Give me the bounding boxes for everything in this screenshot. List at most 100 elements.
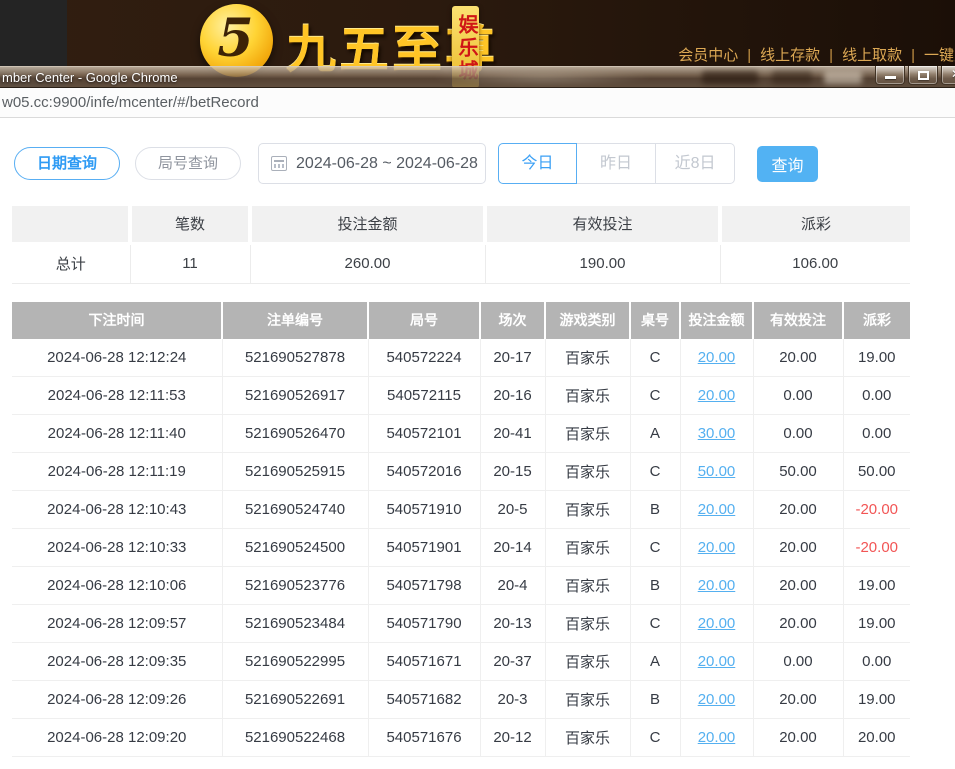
cell-bet-no: 521690525915 [222,453,368,491]
bet-amount-link[interactable]: 20.00 [698,387,736,404]
cell-table-no: B [630,681,680,719]
calendar-icon [271,156,287,171]
summary-header-row: 笔数投注金额有效投注派彩 [12,206,910,243]
cell-bet-amount: 20.00 [680,605,753,643]
cell-session: 20-12 [480,719,545,757]
cell-game-type: 百家乐 [545,453,630,491]
cell-table-no: C [630,529,680,567]
cell-payout: 0.00 [843,377,910,415]
cell-valid-bet: 20.00 [753,567,843,605]
minimize-icon [885,76,896,79]
cell-bet-no: 521690523776 [222,567,368,605]
table-row: 2024-06-28 12:11:19521690525915540572016… [12,453,910,491]
cell-round-no: 540571790 [368,605,480,643]
cell-game-type: 百家乐 [545,491,630,529]
table-row: 2024-06-28 12:09:26521690522691540571682… [12,681,910,719]
cell-bet-amount: 20.00 [680,529,753,567]
bet-amount-link[interactable]: 20.00 [698,729,736,746]
summary-header-cell: 笔数 [130,206,250,243]
redacted-blob [702,71,758,84]
cell-round-no: 540572101 [368,415,480,453]
bet-amount-link[interactable]: 20.00 [698,539,736,556]
table-row: 2024-06-28 12:10:33521690524500540571901… [12,529,910,567]
cell-bet-time: 2024-06-28 12:09:26 [12,681,222,719]
minimize-button[interactable] [875,66,905,85]
cell-game-type: 百家乐 [545,681,630,719]
bet-amount-link[interactable]: 20.00 [698,577,736,594]
cell-session: 20-17 [480,339,545,377]
cell-payout: 50.00 [843,453,910,491]
bet-amount-link[interactable]: 30.00 [698,425,736,442]
bet-amount-link[interactable]: 20.00 [698,615,736,632]
cell-payout: 19.00 [843,605,910,643]
cell-bet-no: 521690527878 [222,339,368,377]
cell-round-no: 540571910 [368,491,480,529]
date-range-picker[interactable]: 2024-06-28 ~ 2024-06-28 [258,143,486,184]
maximize-icon [918,71,929,80]
date-query-tab[interactable]: 日期查询 [14,147,120,180]
cell-bet-amount: 20.00 [680,719,753,757]
records-header-valid-bet: 有效投注 [753,302,843,339]
nav-separator: | [829,47,833,64]
address-bar[interactable]: w05.cc:9900/infe/mcenter/#/betRecord [0,88,955,118]
cell-session: 20-15 [480,453,545,491]
cell-valid-bet: 20.00 [753,719,843,757]
cell-payout: 0.00 [843,643,910,681]
bet-records-table: 下注时间注单编号局号场次游戏类别桌号投注金额有效投注派彩 2024-06-28 … [12,302,910,758]
bet-amount-link[interactable]: 20.00 [698,691,736,708]
nav-link[interactable]: 线上存款 [760,47,820,64]
cell-bet-time: 2024-06-28 12:09:20 [12,719,222,757]
cell-valid-bet: 20.00 [753,491,843,529]
cell-game-type: 百家乐 [545,415,630,453]
search-button[interactable]: 查询 [757,146,818,182]
window-controls: ✕ [872,66,955,85]
quick-range-group: 今日 昨日 近8日 [498,143,735,184]
table-row: 2024-06-28 12:11:53521690526917540572115… [12,377,910,415]
round-query-tab[interactable]: 局号查询 [135,147,241,180]
cell-table-no: C [630,377,680,415]
cell-round-no: 540572115 [368,377,480,415]
table-row: 2024-06-28 12:12:24521690527878540572224… [12,339,910,377]
today-button[interactable]: 今日 [498,143,577,184]
summary-header-cell: 有效投注 [485,206,720,243]
nav-link[interactable]: 线上取款 [842,47,902,64]
cell-bet-amount: 20.00 [680,643,753,681]
cell-table-no: C [630,719,680,757]
bet-amount-link[interactable]: 20.00 [698,653,736,670]
cell-bet-amount: 30.00 [680,415,753,453]
maximize-button[interactable] [908,66,938,85]
bet-amount-link[interactable]: 20.00 [698,501,736,518]
bet-amount-link[interactable]: 20.00 [698,349,736,366]
cell-bet-time: 2024-06-28 12:09:35 [12,643,222,681]
cell-bet-no: 521690522691 [222,681,368,719]
records-header-session: 场次 [480,302,545,339]
cell-table-no: C [630,453,680,491]
window-titlebar[interactable]: mber Center - Google Chrome ✕ [0,66,955,88]
cell-bet-no: 521690526470 [222,415,368,453]
summary-header-cell: 派彩 [720,206,910,243]
cell-bet-no: 521690526917 [222,377,368,415]
bet-amount-link[interactable]: 50.00 [698,463,736,480]
cell-payout: -20.00 [843,491,910,529]
cell-payout: 19.00 [843,339,910,377]
cell-bet-amount: 50.00 [680,453,753,491]
close-button[interactable]: ✕ [941,66,955,85]
summary-total-label: 总计 [12,243,130,283]
cell-payout: 19.00 [843,681,910,719]
nav-link[interactable]: 一键账 [924,47,955,64]
cell-game-type: 百家乐 [545,529,630,567]
redacted-blob [824,71,862,84]
yesterday-button[interactable]: 昨日 [577,143,656,184]
nav-link[interactable]: 会员中心 [678,47,738,64]
summary-value-cell: 11 [130,243,250,283]
last8days-button[interactable]: 近8日 [656,143,735,184]
summary-header-cell: 投注金额 [250,206,485,243]
table-row: 2024-06-28 12:09:20521690522468540571676… [12,719,910,757]
cell-round-no: 540571901 [368,529,480,567]
cell-session: 20-3 [480,681,545,719]
cell-valid-bet: 0.00 [753,643,843,681]
cell-table-no: B [630,491,680,529]
cell-bet-time: 2024-06-28 12:10:06 [12,567,222,605]
records-header-table-no: 桌号 [630,302,680,339]
cell-bet-time: 2024-06-28 12:12:24 [12,339,222,377]
